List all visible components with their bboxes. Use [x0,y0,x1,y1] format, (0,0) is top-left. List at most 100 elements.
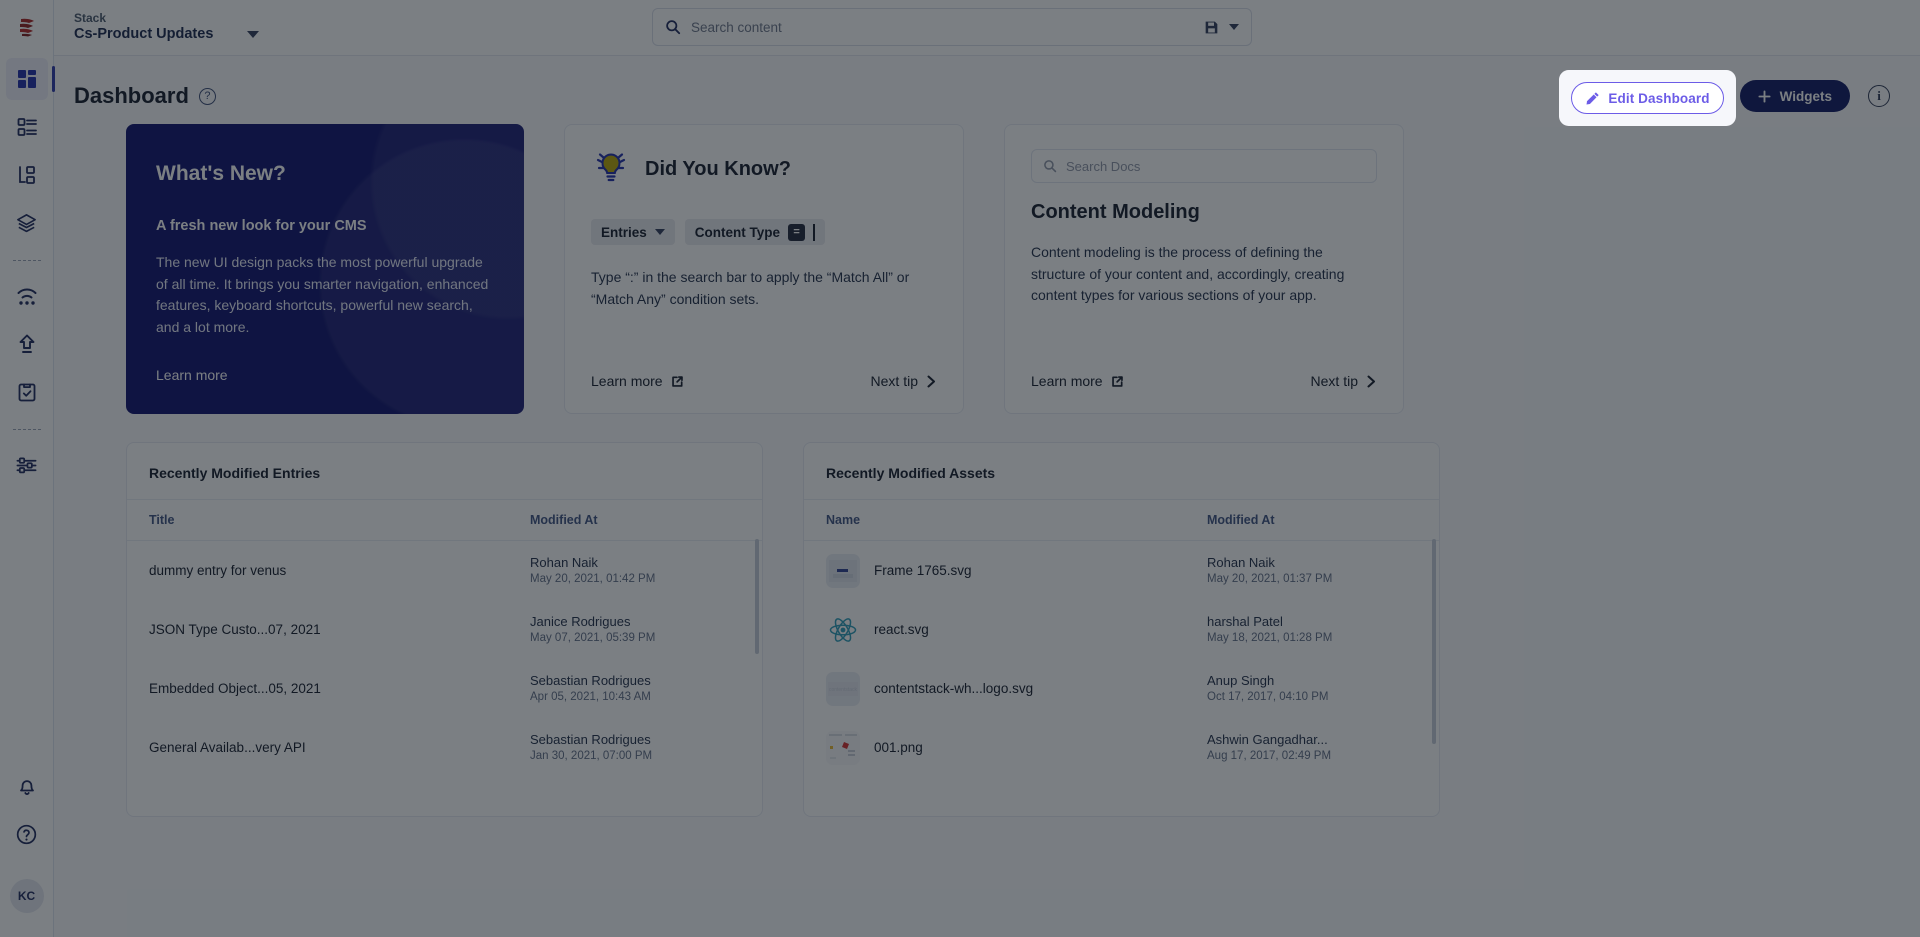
widget-row-top: What's New? A fresh new look for your CM… [54,114,1920,414]
list-box-icon [17,118,37,136]
entry-meta: Sebastian Rodrigues Apr 05, 2021, 10:43 … [530,672,740,706]
asset-name: react.svg [874,622,929,637]
table-row[interactable]: Embedded Object...05, 2021 Sebastian Rod… [127,659,762,718]
global-search-input[interactable]: Search content [652,8,1252,46]
column-header-modified-at: Modified At [1207,513,1275,527]
content-modeling-title: Content Modeling [1031,201,1200,223]
asset-name-cell: Frame 1765.svg [826,553,1207,588]
asset-user: Ashwin Gangadhar... [1207,731,1328,747]
screenshot-icon [826,730,860,765]
entry-meta: Sebastian Rodrigues Jan 30, 2021, 07:00 … [530,731,740,765]
docs-search-input[interactable]: Search Docs [1031,149,1377,183]
table-row[interactable]: dummy entry for venus Rohan Naik May 20,… [127,541,762,600]
did-you-know-body: Type “:” in the search bar to apply the … [591,269,910,307]
did-you-know-next-tip-button[interactable]: Next tip [871,373,937,389]
chevron-down-icon [654,229,665,235]
content-modeling-next-tip-button[interactable]: Next tip [1311,373,1377,389]
sidebar-item-live-preview[interactable] [6,275,48,317]
chevron-right-icon [927,375,935,387]
did-you-know-learn-more-link[interactable]: Learn more [591,373,684,389]
dashboard-page: Dashboard ? Widgets i What's New? A fres… [54,56,1920,937]
asset-date: Oct 17, 2017, 04:10 PM [1207,691,1329,704]
search-icon [1044,160,1057,173]
contentstack-logo[interactable] [10,10,44,44]
did-you-know-footer: Learn more Next tip [591,373,937,389]
notifications-button[interactable] [6,765,48,807]
column-header-name: Name [826,513,861,527]
sidebar-item-settings[interactable] [6,444,48,486]
did-you-know-header: Did You Know? [591,149,937,189]
chevron-down-icon[interactable] [247,30,260,38]
avatar[interactable]: KC [9,879,44,913]
pill-entries[interactable]: Entries [591,219,675,245]
entries-scrollbar[interactable] [755,539,759,808]
content-modeling-body: Content modeling is the process of defin… [1031,244,1345,304]
table-row[interactable]: contentstack contentstack-wh...logo.svg … [804,659,1439,718]
left-nav-rail: KC [0,0,55,937]
pill-content-type[interactable]: Content Type = [684,219,825,245]
edit-dashboard-button[interactable]: Edit Dashboard [1571,82,1724,114]
docs-search-placeholder: Search Docs [1066,158,1141,174]
entry-user: Sebastian Rodrigues [530,672,651,688]
page-help-icon[interactable]: ? [198,87,216,105]
did-you-know-learn-more-label: Learn more [591,373,663,389]
sidebar-item-content-types[interactable] [6,106,48,148]
content-modeling-footer: Learn more Next tip [1031,373,1377,389]
table-row[interactable]: Anup Singh [804,777,1439,789]
table-row[interactable]: Frame 1765.svg Rohan Naik May 20, 2021, … [804,541,1439,600]
top-bar: Stack Cs-Product Updates Search content [54,0,1920,56]
pill-content-type-label: Content Type [694,224,781,240]
content-modeling-learn-more-link[interactable]: Learn more [1031,373,1124,389]
whats-new-body: The new UI design packs the most powerfu… [156,254,489,336]
asset-date: Aug 17, 2017, 02:49 PM [1207,750,1332,763]
entry-date: May 07, 2021, 05:39 PM [530,632,656,645]
add-widgets-button[interactable]: Widgets [1739,80,1850,112]
floppy-disk-icon[interactable] [1204,20,1219,35]
table-row[interactable]: 001.png Ashwin Gangadhar... Aug 17, 2017… [804,718,1439,777]
entries-scrollbar-thumb[interactable] [755,539,759,654]
assets-scrollbar-thumb[interactable] [1432,539,1436,744]
add-widgets-label: Widgets [1779,88,1832,104]
react-logo-icon [826,612,860,647]
entry-user: Rohan Naik [530,554,598,570]
entry-title: JSON Type Custo...07, 2021 [149,622,321,637]
stack-selector[interactable]: Stack Cs-Product Updates [74,11,260,42]
lightbulb-icon [596,153,626,182]
help-button[interactable] [6,813,48,855]
sliders-icon [16,457,37,473]
asset-name-cell: contentstack contentstack-wh...logo.svg [826,671,1207,706]
whats-new-learn-more-link[interactable]: Learn more [156,367,228,383]
entry-user: Sebastian Rodrigues [530,731,651,747]
table-row[interactable]: JSON Type Custo...07, 2021 Janice Rodrig… [127,600,762,659]
asset-user: Anup Singh [1207,672,1275,688]
sidebar-item-assets[interactable] [6,202,48,244]
sidebar-item-entries[interactable] [6,154,48,196]
entry-user: Janice Rodrigues [530,613,631,629]
did-you-know-pills: Entries Content Type = [591,219,937,245]
info-circle-icon[interactable]: i [1868,85,1890,107]
sidebar-item-tasks[interactable] [6,371,48,413]
table-row[interactable]: General Availab...very API Sebastian Rod… [127,718,762,777]
asset-name-cell: 001.png [826,730,1207,765]
layers-icon [17,213,36,232]
sidebar-item-releases[interactable] [6,323,48,365]
whats-new-widget: What's New? A fresh new look for your CM… [126,124,524,414]
edit-dashboard-label: Edit Dashboard [1608,90,1710,106]
recent-assets-title: Recently Modified Assets [826,465,996,481]
assets-scrollbar[interactable] [1432,539,1436,808]
did-you-know-next-tip-label: Next tip [870,373,918,389]
recent-assets-header-row: Name Modified At [804,499,1439,541]
entry-date: Jan 30, 2021, 07:00 PM [530,750,653,763]
asset-date: May 18, 2021, 01:28 PM [1207,632,1333,645]
table-row[interactable]: Release of Janu...deleting Sebastian Rod… [127,777,762,789]
asset-meta: harshal Patel May 18, 2021, 01:28 PM [1207,613,1417,647]
sidebar-item-dashboard[interactable] [5,58,55,100]
bell-icon [19,780,34,795]
asset-name-cell: react.svg [826,612,1207,647]
table-row[interactable]: react.svg harshal Patel May 18, 2021, 01… [804,600,1439,659]
whats-new-title: What's New? [156,162,286,185]
search-options-chevron-icon[interactable] [1229,24,1239,30]
search-icon [666,20,681,35]
broadcast-icon [17,288,36,305]
content-modeling-learn-more-label: Learn more [1031,373,1103,389]
